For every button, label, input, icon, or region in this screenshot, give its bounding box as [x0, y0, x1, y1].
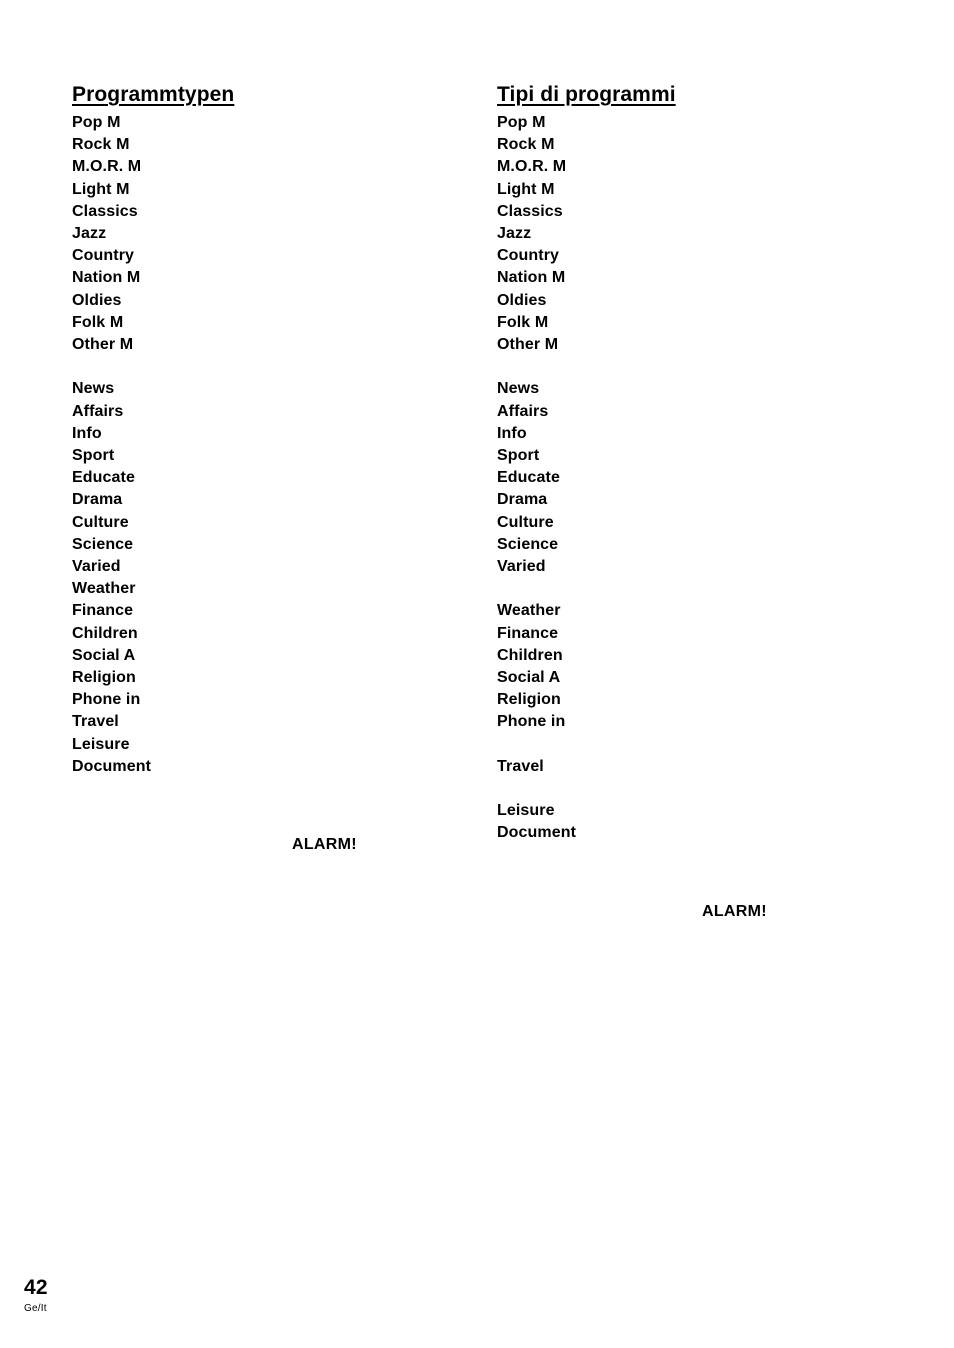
program-type-item: Sport	[72, 447, 115, 465]
program-type-item: News	[497, 380, 540, 398]
program-type-item: M.O.R. M	[72, 158, 142, 176]
program-type-list-german: Pop M Rock M M.O.R. M Light M Classics Jazz Co…	[72, 112, 472, 778]
program-type-item: News	[72, 380, 115, 398]
program-type-item: Drama	[72, 491, 123, 509]
program-type-item: Other M	[72, 336, 134, 354]
column-heading-italian: Tipi di programmi	[497, 83, 676, 106]
column-heading-german: Programmtypen	[72, 83, 235, 106]
program-type-item: Leisure	[72, 735, 130, 753]
program-type-item: Nation M	[497, 269, 566, 287]
page-number: 42	[24, 1276, 48, 1299]
list-spacer	[497, 578, 897, 600]
program-type-item: Country	[72, 247, 135, 265]
alarm-label-italian: ALARM!	[702, 903, 767, 920]
program-type-item: Religion	[497, 691, 561, 709]
list-spacer	[497, 356, 897, 378]
program-type-item: Classics	[497, 202, 563, 220]
document-page: Programmtypen Pop M Rock M M.O.R. M Light M…	[0, 0, 954, 1348]
program-type-item: Children	[72, 624, 138, 642]
program-type-item: Affairs	[72, 402, 124, 420]
program-type-item: Varied	[72, 558, 121, 576]
program-type-item: Science	[72, 535, 134, 553]
program-types-column-italian: Tipi di programmi Pop M Rock M M.O.R. M Lig…	[497, 82, 897, 845]
program-type-item: Info	[497, 424, 527, 442]
program-type-item: Children	[497, 646, 563, 664]
program-type-item: M.O.R. M	[497, 158, 567, 176]
program-type-item: Science	[497, 535, 559, 553]
program-type-item: Nation M	[72, 269, 141, 287]
program-type-item: Info	[72, 424, 102, 442]
program-type-item: Oldies	[72, 291, 122, 309]
program-type-item: Light M	[72, 180, 130, 198]
program-type-item: Rock M	[72, 136, 130, 154]
program-type-item: Culture	[72, 513, 129, 531]
program-type-item: Educate	[497, 469, 560, 487]
program-type-item: Light M	[497, 180, 555, 198]
list-spacer	[497, 778, 897, 800]
program-type-item: Travel	[72, 713, 119, 731]
program-type-item: Drama	[497, 491, 548, 509]
program-type-item: Social A	[497, 669, 561, 687]
program-type-item: Rock M	[497, 136, 555, 154]
program-type-item: Phone in	[497, 713, 566, 731]
alarm-label-german: ALARM!	[292, 836, 357, 853]
program-type-item: Jazz	[72, 225, 107, 243]
list-spacer	[72, 356, 472, 378]
program-type-item: Weather	[72, 580, 136, 598]
program-type-item: Country	[497, 247, 560, 265]
page-language-code: Ge/It	[24, 1303, 47, 1314]
program-type-item: Document	[72, 757, 152, 775]
page-footer: 42 Ge/It	[24, 1276, 48, 1316]
program-type-item: Finance	[497, 624, 559, 642]
program-type-item: Pop M	[72, 114, 121, 131]
program-type-item: Phone in	[72, 691, 141, 709]
program-type-item: Folk M	[72, 313, 124, 331]
program-type-item: Other M	[497, 336, 559, 354]
program-type-item: Finance	[72, 602, 134, 620]
program-type-item: Sport	[497, 447, 540, 465]
program-type-item: Travel	[497, 757, 544, 775]
program-type-item: Social A	[72, 646, 136, 664]
program-type-item: Folk M	[497, 313, 549, 331]
program-type-item: Affairs	[497, 402, 549, 420]
program-type-item: Weather	[497, 602, 561, 620]
program-type-item: Religion	[72, 669, 136, 687]
program-type-item: Jazz	[497, 225, 532, 243]
program-type-item: Educate	[72, 469, 135, 487]
program-type-item: Document	[497, 824, 577, 842]
program-type-item: Pop M	[497, 114, 546, 131]
program-type-item: Classics	[72, 202, 138, 220]
program-type-item: Oldies	[497, 291, 547, 309]
list-spacer	[497, 734, 897, 756]
program-types-column-german: Programmtypen Pop M Rock M M.O.R. M Light M…	[72, 82, 472, 778]
program-type-list-italian: Pop M Rock M M.O.R. M Light M Classics Jazz Co…	[497, 112, 897, 845]
program-type-item: Leisure	[497, 802, 555, 820]
program-type-item: Culture	[497, 513, 554, 531]
program-type-item: Varied	[497, 558, 546, 576]
